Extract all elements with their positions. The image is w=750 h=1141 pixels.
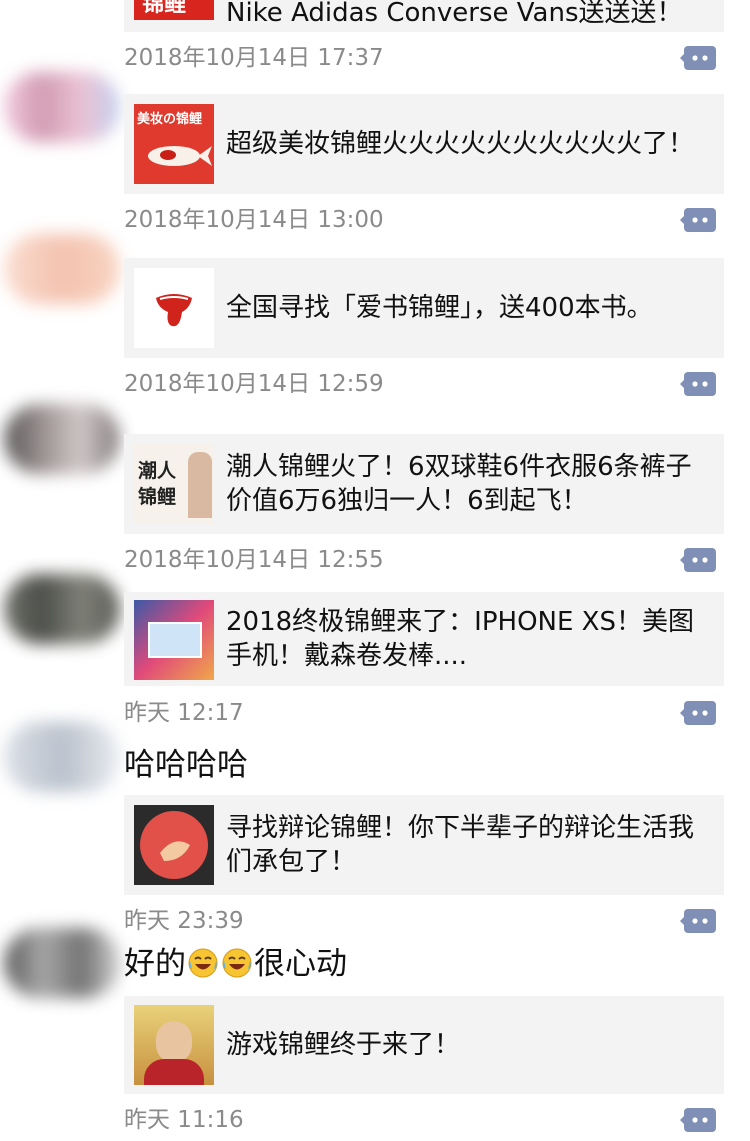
article-card[interactable]: 寻找辩论锦鲤！你下半辈子的辩论生活我们承包了！	[124, 795, 724, 895]
article-thumbnail	[134, 600, 214, 680]
comment-icon[interactable]	[680, 370, 718, 398]
thumbnail-label: 锦鲤	[142, 0, 187, 17]
thumbnail-phone-screen	[148, 622, 202, 658]
thumbnail-label: 潮人 锦鲤	[138, 460, 177, 508]
article-card[interactable]: 潮人 锦鲤 潮人锦鲤火了！6双球鞋6件衣服6条裤子价值6万6独归一人！6到起飞！	[124, 434, 724, 534]
article-title: 超级美妆锦鲤火火火火火火火火火火了！	[226, 129, 695, 159]
article-thumbnail: 锦鲤	[134, 0, 214, 20]
post-time: 2018年10月14日 12:55	[124, 547, 384, 573]
article-thumbnail	[134, 268, 214, 348]
comment-text-start: 好的	[124, 946, 186, 982]
article-title: 寻找辩论锦鲤！你下半辈子的辩论生活我们承包了！	[226, 813, 695, 877]
avatar[interactable]	[4, 72, 120, 142]
article-card[interactable]: 2018终极锦鲤来了：IPHONE XS！美图手机！戴森卷发棒....	[124, 592, 724, 686]
comment-text-end: 很心动	[254, 946, 347, 982]
comment-icon[interactable]	[680, 699, 718, 727]
koi-fish-icon	[148, 146, 212, 166]
thumbnail-face	[156, 1021, 192, 1063]
article-title: 潮人锦鲤火了！6双球鞋6件衣服6条裤子价值6万6独归一人！6到起飞！	[226, 452, 692, 516]
comment-icon[interactable]	[680, 546, 718, 574]
post-time: 昨天 11:16	[124, 1107, 244, 1133]
avatar[interactable]	[4, 234, 120, 304]
article-title: 2018终极锦鲤来了：IPHONE XS！美图手机！戴森卷发棒....	[226, 607, 694, 671]
comment-icon[interactable]	[680, 907, 718, 935]
avatar[interactable]	[4, 722, 120, 792]
article-card[interactable]: 游戏锦鲤终于来了！	[124, 996, 724, 1094]
post-time: 昨天 23:39	[124, 908, 244, 934]
thumbnail-robe	[144, 1059, 204, 1085]
comment-icon[interactable]	[680, 1106, 718, 1134]
laughing-tears-emoji-icon	[188, 948, 218, 978]
koi-logo-icon	[140, 811, 208, 879]
article-thumbnail: 美妆の锦鲤	[134, 104, 214, 184]
thumbnail-figure	[188, 452, 212, 518]
comment-icon[interactable]	[680, 44, 718, 72]
comment-icon[interactable]	[680, 206, 718, 234]
article-card[interactable]: 美妆の锦鲤 超级美妆锦鲤火火火火火火火火火火了！	[124, 94, 724, 194]
comment-text: 好的 很心动	[124, 944, 347, 984]
article-title: 游戏锦鲤终于来了！	[226, 1030, 461, 1060]
article-card[interactable]: 全国寻找「爱书锦鲤」，送400本书。	[124, 258, 724, 358]
post-time: 2018年10月14日 13:00	[124, 207, 384, 233]
post-time: 2018年10月14日 12:59	[124, 371, 384, 397]
avatar[interactable]	[4, 928, 120, 998]
article-thumbnail	[134, 805, 214, 885]
article-thumbnail: 潮人 锦鲤	[134, 444, 214, 524]
article-card[interactable]: 锦鲤 Nike Adidas Converse Vans送送送！	[124, 0, 724, 32]
article-thumbnail	[134, 1005, 214, 1085]
rolling-stones-tongue-icon	[156, 294, 192, 327]
article-title: Nike Adidas Converse Vans送送送！	[226, 0, 683, 28]
avatar[interactable]	[4, 574, 120, 644]
post-time: 昨天 12:17	[124, 700, 244, 726]
laughing-tears-emoji-icon	[222, 948, 252, 978]
post-time: 2018年10月14日 17:37	[124, 45, 384, 71]
article-title: 全国寻找「爱书锦鲤」，送400本书。	[226, 293, 653, 323]
comment-text: 哈哈哈哈	[124, 747, 248, 783]
avatar[interactable]	[4, 404, 120, 474]
